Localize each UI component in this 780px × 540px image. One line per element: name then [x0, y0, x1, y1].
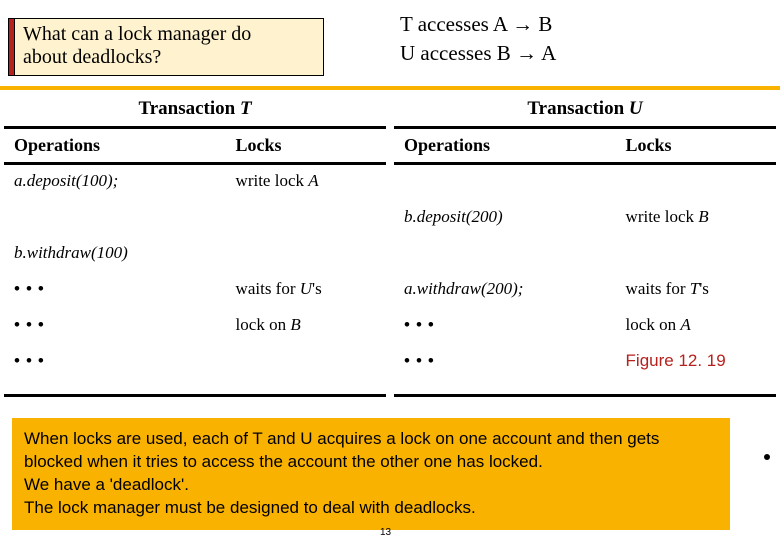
table-row [394, 237, 776, 273]
col-locks: Locks [616, 129, 776, 162]
lock-cell [226, 345, 386, 381]
callout-line-1: What can a lock manager do [23, 23, 315, 46]
lk-t: T [690, 279, 699, 298]
lock-cell [616, 165, 776, 201]
arrow-icon: → [512, 13, 533, 36]
table-row: a.withdraw(200); waits for T's [394, 273, 776, 309]
table-row: ••• lock on A [394, 309, 776, 345]
arrow-icon: → [516, 42, 537, 65]
transaction-u-column: Transaction U Operations Locks b.deposit… [390, 94, 780, 397]
op-cell [4, 201, 226, 237]
op-cell: a.deposit(100); [4, 165, 226, 201]
col-operations: Operations [4, 129, 226, 162]
callout-box: What can a lock manager do about deadloc… [14, 18, 324, 76]
lock-cell [226, 201, 386, 237]
transaction-t-header: Transaction T [4, 94, 386, 129]
note-text: When locks are used, each of T and U acq… [24, 429, 659, 517]
lk: 's [699, 279, 709, 298]
t-body: a.deposit(100); write lock A b.withdraw(… [4, 165, 386, 397]
page-number: 13 [380, 527, 391, 538]
lk: lock on [236, 315, 291, 334]
lk-a: A [680, 315, 690, 334]
lock-cell: waits for T's [616, 273, 776, 309]
hdr-label: Transaction [527, 98, 629, 119]
table-row: b.deposit(200) write lock B [394, 201, 776, 237]
access-u-a: A [537, 41, 556, 65]
op-cell: b.deposit(200) [394, 201, 616, 237]
op-cell: b.withdraw(100) [4, 237, 226, 273]
lock-cell [226, 237, 386, 273]
lk: write lock [626, 207, 699, 226]
u-subheader: Operations Locks [394, 129, 776, 165]
dots-cell: ••• [394, 345, 616, 381]
table-row [4, 201, 386, 237]
lk: lock on [626, 315, 681, 334]
op-cell: a.withdraw(200); [394, 273, 616, 309]
transaction-t-column: Transaction T Operations Locks a.deposit… [0, 94, 390, 397]
title-row: What can a lock manager do about deadloc… [0, 0, 780, 90]
callout-line-2: about deadlocks? [23, 46, 315, 69]
lk: 's [312, 279, 322, 298]
access-u-b: U accesses B [400, 41, 516, 65]
lk: write lock [236, 171, 309, 190]
figure-label: Figure 12. 19 [616, 345, 776, 381]
lock-cell [616, 237, 776, 273]
dot-icon [764, 454, 770, 460]
lk-u: U [300, 279, 312, 298]
hdr-t: T [240, 98, 252, 119]
t-subheader: Operations Locks [4, 129, 386, 165]
access-line-1: T accesses A → B [400, 10, 556, 39]
hdr-u: U [629, 98, 643, 119]
lk-a: A [308, 171, 318, 190]
hdr-label: Transaction [138, 98, 240, 119]
access-t-a: T accesses A [400, 12, 512, 36]
dots-cell: ••• [394, 309, 616, 345]
lk-b: B [290, 315, 300, 334]
lock-cell: waits for U's [226, 273, 386, 309]
access-line-2: U accesses B → A [400, 39, 556, 68]
col-operations: Operations [394, 129, 616, 162]
lock-cell: lock on B [226, 309, 386, 345]
lock-cell: write lock B [616, 201, 776, 237]
table-row: a.deposit(100); write lock A [4, 165, 386, 201]
op-cell [394, 165, 616, 201]
lock-cell: write lock A [226, 165, 386, 201]
col-locks: Locks [226, 129, 386, 162]
lk-b: B [698, 207, 708, 226]
dots-cell: ••• [4, 345, 226, 381]
op-cell [394, 237, 616, 273]
transaction-u-header: Transaction U [394, 94, 776, 129]
table-row [394, 165, 776, 201]
dots-cell: ••• [4, 273, 226, 309]
table-row: ••• Figure 12. 19 [394, 345, 776, 381]
dots-cell: ••• [4, 309, 226, 345]
access-order-summary: T accesses A → B U accesses B → A [400, 10, 556, 69]
lock-cell: lock on A [616, 309, 776, 345]
u-body: b.deposit(200) write lock B a.withdraw(2… [394, 165, 776, 397]
lk: waits for [626, 279, 690, 298]
table-row: ••• waits for U's [4, 273, 386, 309]
transactions-table: Transaction T Operations Locks a.deposit… [0, 94, 780, 397]
lk: waits for [236, 279, 300, 298]
table-row: ••• lock on B [4, 309, 386, 345]
table-row: ••• [4, 345, 386, 381]
access-t-b: B [533, 12, 552, 36]
explanation-note: When locks are used, each of T and U acq… [12, 418, 730, 530]
table-row: b.withdraw(100) [4, 237, 386, 273]
